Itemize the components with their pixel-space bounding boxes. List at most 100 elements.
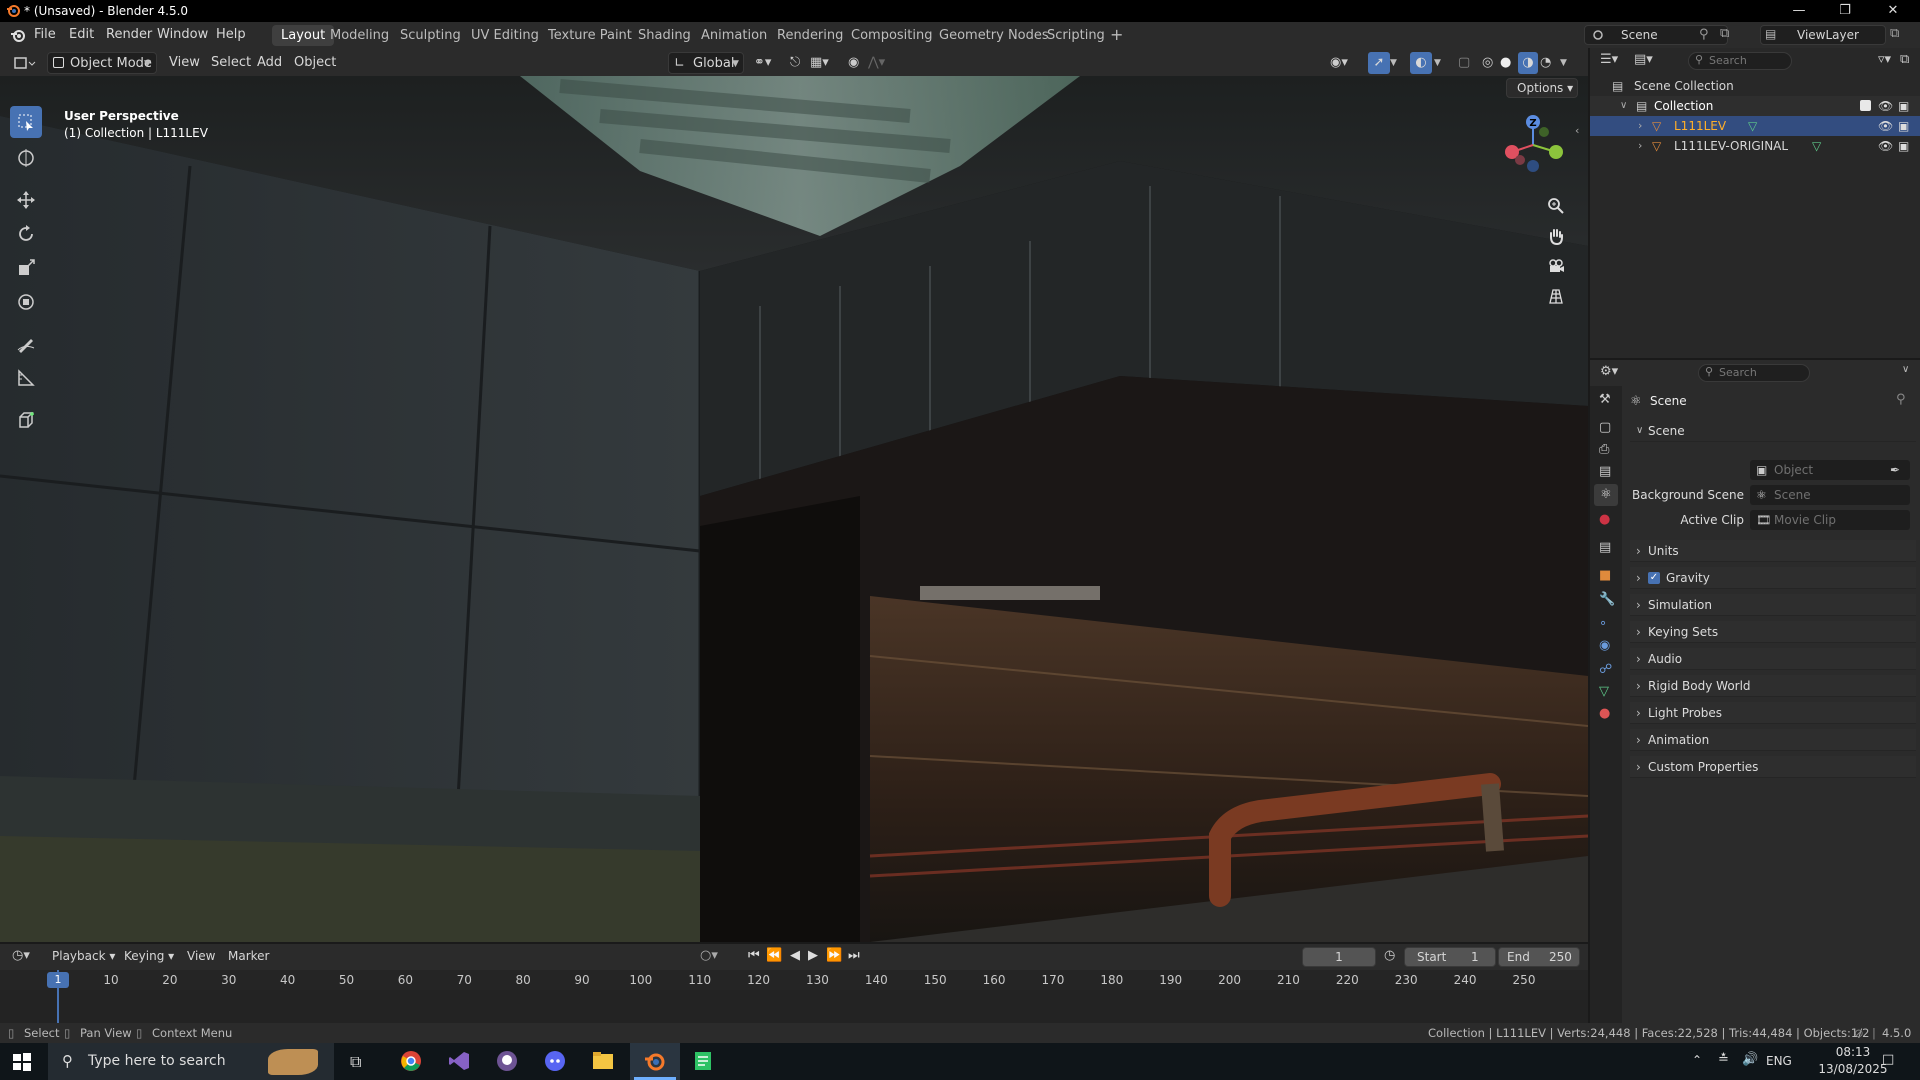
scale-tool-icon[interactable] (10, 252, 42, 284)
prev-keyframe-icon[interactable]: ⏪ (766, 948, 782, 963)
particles-tab-icon[interactable]: ∘ (1599, 616, 1607, 631)
outliner-editor-icon[interactable]: ☰▾ (1600, 52, 1618, 67)
notepad-icon[interactable] (692, 1050, 714, 1072)
scene-tab-icon[interactable]: ⚛ (1594, 484, 1618, 506)
panel-scene-header[interactable]: ∨ Scene (1630, 420, 1916, 442)
editor-type-icon[interactable] (12, 52, 36, 74)
rotate-tool-icon[interactable] (10, 218, 42, 250)
camera-view-icon[interactable] (1542, 252, 1570, 280)
volume-icon[interactable]: 🔊 (1742, 1052, 1758, 1067)
outliner-object-row[interactable]: › ▽ L111LEV-ORIGINAL ▽ 👁 ▣ (1590, 136, 1920, 156)
clock-date[interactable]: 13/08/2025 (1818, 1062, 1888, 1076)
panel-gravity[interactable]: › ✓ Gravity (1630, 567, 1916, 589)
3d-viewport[interactable]: User Perspective (1) Collection | L111LE… (0, 76, 1588, 942)
panel-keying-sets[interactable]: › Keying Sets (1630, 621, 1916, 643)
menu-keying[interactable]: Keying ▾ (124, 949, 174, 963)
panel-rigid-body-world[interactable]: › Rigid Body World (1630, 675, 1916, 697)
menu-playback[interactable]: Playback ▾ (52, 949, 115, 963)
camera-render-icon[interactable]: ▣ (1898, 116, 1909, 136)
menu-select[interactable]: Select (211, 52, 251, 74)
panel-simulation[interactable]: › Simulation (1630, 594, 1916, 616)
chevron-down-icon[interactable]: ▼ (1434, 52, 1441, 74)
cursor-tool-icon[interactable] (10, 142, 42, 174)
panel-audio[interactable]: › Audio (1630, 648, 1916, 670)
background-scene-field[interactable]: ⚛ Scene (1750, 485, 1910, 505)
eye-icon[interactable]: 👁 (1878, 96, 1893, 116)
wireframe-shading-icon[interactable]: ◎ (1482, 52, 1493, 74)
close-button[interactable]: ✕ (1870, 0, 1916, 22)
measure-tool-icon[interactable] (10, 362, 42, 394)
transform-orientation[interactable]: ∟ Global ▼ (668, 52, 744, 74)
properties-search-input[interactable]: ⚲ Search (1698, 364, 1810, 382)
properties-editor-icon[interactable]: ⚙▾ (1600, 364, 1618, 379)
options-button[interactable]: Options ▾ (1506, 78, 1578, 98)
camera-render-icon[interactable]: ▣ (1898, 96, 1909, 116)
filter-icon[interactable]: ▿▾ (1878, 52, 1891, 67)
language-indicator[interactable]: ENG (1766, 1054, 1792, 1068)
new-view-layer-icon[interactable]: ⧉ (1890, 26, 1899, 41)
preview-range-icon[interactable]: ◷ (1384, 948, 1395, 963)
camera-render-icon[interactable]: ▣ (1898, 136, 1909, 156)
tab-scripting[interactable]: Scripting (1038, 25, 1114, 46)
panel-light-probes[interactable]: › Light Probes (1630, 702, 1916, 724)
clock-time[interactable]: 08:13 (1818, 1045, 1888, 1059)
chrome-icon[interactable] (400, 1050, 422, 1072)
outliner-search-input[interactable]: ⚲ Search (1688, 52, 1792, 70)
blender-taskbar-button[interactable] (630, 1043, 680, 1080)
menu-file[interactable]: File (34, 27, 56, 42)
minimize-button[interactable]: — (1776, 0, 1822, 22)
blender-menu-icon[interactable] (10, 27, 26, 43)
display-mode-icon[interactable]: ▤▾ (1634, 52, 1653, 67)
material-tab-icon[interactable]: ● (1599, 706, 1610, 721)
current-frame-field[interactable]: 1 (1302, 947, 1376, 967)
tab-shading[interactable]: Shading (629, 25, 700, 46)
pan-hand-icon[interactable] (1542, 222, 1570, 250)
menu-render[interactable]: Render (106, 27, 152, 42)
panel-custom-properties[interactable]: › Custom Properties (1630, 756, 1916, 778)
object-tab-icon[interactable]: ■ (1599, 568, 1611, 583)
rendered-shading-icon[interactable]: ◔ (1540, 52, 1551, 74)
wifi-icon[interactable]: ≛ (1718, 1052, 1729, 1067)
material-preview-icon[interactable]: ◑ (1518, 52, 1538, 74)
windows-start-icon[interactable] (12, 1052, 32, 1072)
output-tab-icon[interactable]: ⎙ (1599, 442, 1609, 457)
select-box-tool-icon[interactable] (10, 106, 42, 138)
menu-add[interactable]: Add (257, 52, 282, 74)
start-frame-field[interactable]: Start 1 (1404, 947, 1496, 967)
timeline-editor-icon[interactable]: ◷▾ (12, 948, 30, 963)
expand-arrow-icon[interactable]: ∨ (1620, 96, 1627, 116)
tab-texture-paint[interactable]: Texture Paint (539, 25, 641, 46)
collection-tab-icon[interactable]: ▤ (1599, 540, 1611, 555)
github-icon[interactable] (496, 1050, 518, 1072)
pin-icon[interactable]: ⚲ (1896, 392, 1906, 407)
outliner-object-row[interactable]: › ▽ L111LEV ▽ 👁 ▣ (1590, 116, 1920, 136)
taskbar-search-input[interactable]: ⚲ Type here to search (48, 1043, 334, 1080)
snap-target-icon[interactable]: ▦▾ (810, 52, 829, 74)
overlay-toggle-icon[interactable]: ◐ (1410, 52, 1432, 74)
outliner-collection[interactable]: ∨ ▤ Collection 👁 ▣ (1590, 96, 1920, 116)
new-scene-icon[interactable]: ⧉ (1720, 26, 1729, 41)
next-keyframe-icon[interactable]: ⏩ (826, 948, 842, 963)
menu-view[interactable]: View (169, 52, 200, 74)
menu-timeline-view[interactable]: View (187, 949, 215, 963)
camera-field[interactable]: ▣ Object ✒ (1750, 460, 1910, 480)
discord-icon[interactable] (544, 1050, 566, 1072)
perspective-toggle-icon[interactable] (1542, 282, 1570, 310)
annotate-tool-icon[interactable] (10, 328, 42, 360)
add-cube-tool-icon[interactable] (10, 404, 42, 436)
gizmo-toggle-icon[interactable]: ➚ (1368, 52, 1390, 74)
tab-animation[interactable]: Animation (692, 25, 776, 46)
panel-animation[interactable]: › Animation (1630, 729, 1916, 751)
add-workspace-icon[interactable]: + (1110, 25, 1123, 44)
jump-start-icon[interactable]: ⏮ (748, 948, 760, 963)
menu-edit[interactable]: Edit (69, 27, 94, 42)
proportional-editing-icon[interactable]: ◉ (848, 52, 859, 74)
maximize-button[interactable]: ❐ (1822, 0, 1868, 22)
file-explorer-icon[interactable] (592, 1051, 614, 1071)
world-tab-icon[interactable]: ● (1599, 512, 1610, 527)
chevron-down-icon[interactable]: ▼ (1390, 52, 1397, 74)
modifier-tab-icon[interactable]: 🔧 (1599, 592, 1615, 607)
menu-help[interactable]: Help (216, 27, 246, 42)
tray-chevron-icon[interactable]: ⌃ (1692, 1053, 1702, 1067)
chevron-down-icon[interactable]: ∨ (1902, 364, 1909, 375)
